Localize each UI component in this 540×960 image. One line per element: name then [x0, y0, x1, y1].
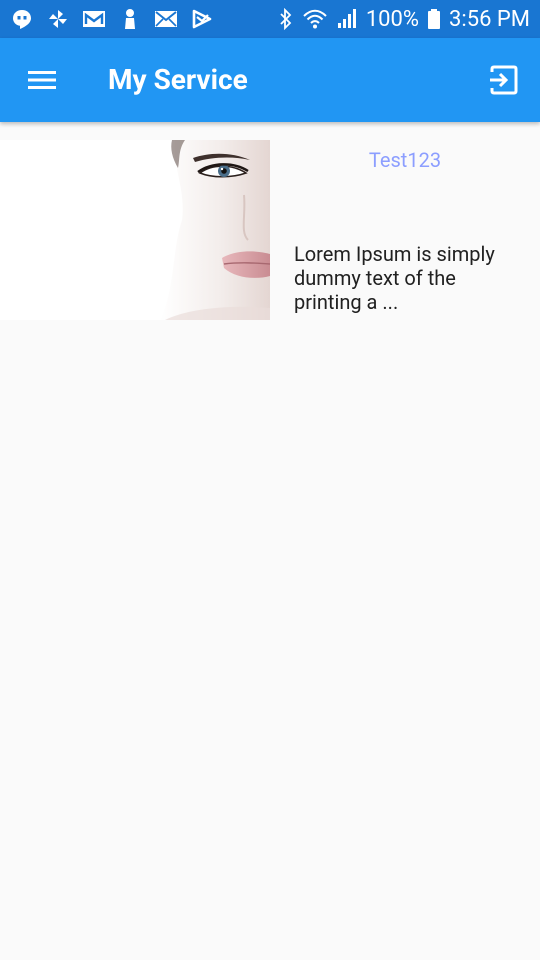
bluetooth-icon: [278, 8, 294, 30]
service-description: Lorem Ipsum is simply dummy text of the …: [294, 242, 495, 314]
signal-icon: [336, 8, 358, 30]
mail-icon: [154, 7, 178, 31]
play-store-icon: [190, 7, 214, 31]
hamburger-menu-icon: [28, 71, 56, 89]
page-title: My Service: [108, 63, 248, 96]
pinwheel-icon: [46, 7, 70, 31]
wifi-icon: [302, 8, 328, 30]
hangouts-icon: [10, 7, 34, 31]
app-bar: My Service: [0, 38, 540, 122]
clock: 3:56 PM: [449, 6, 530, 32]
system-status: 100% 3:56 PM: [278, 0, 530, 38]
service-title: Test123: [368, 148, 442, 172]
service-image: [0, 140, 270, 320]
person-icon: [118, 7, 142, 31]
menu-button[interactable]: [22, 60, 62, 100]
battery-text: 100%: [365, 6, 420, 32]
battery-icon: [427, 8, 441, 30]
gmail-icon: [82, 7, 106, 31]
logout-button[interactable]: [484, 60, 524, 100]
exit-to-app-icon: [490, 65, 518, 95]
status-bar: 100% 3:56 PM: [0, 0, 540, 38]
service-list-item[interactable]: Test123 Lorem Ipsum is simply dummy text…: [0, 140, 540, 320]
